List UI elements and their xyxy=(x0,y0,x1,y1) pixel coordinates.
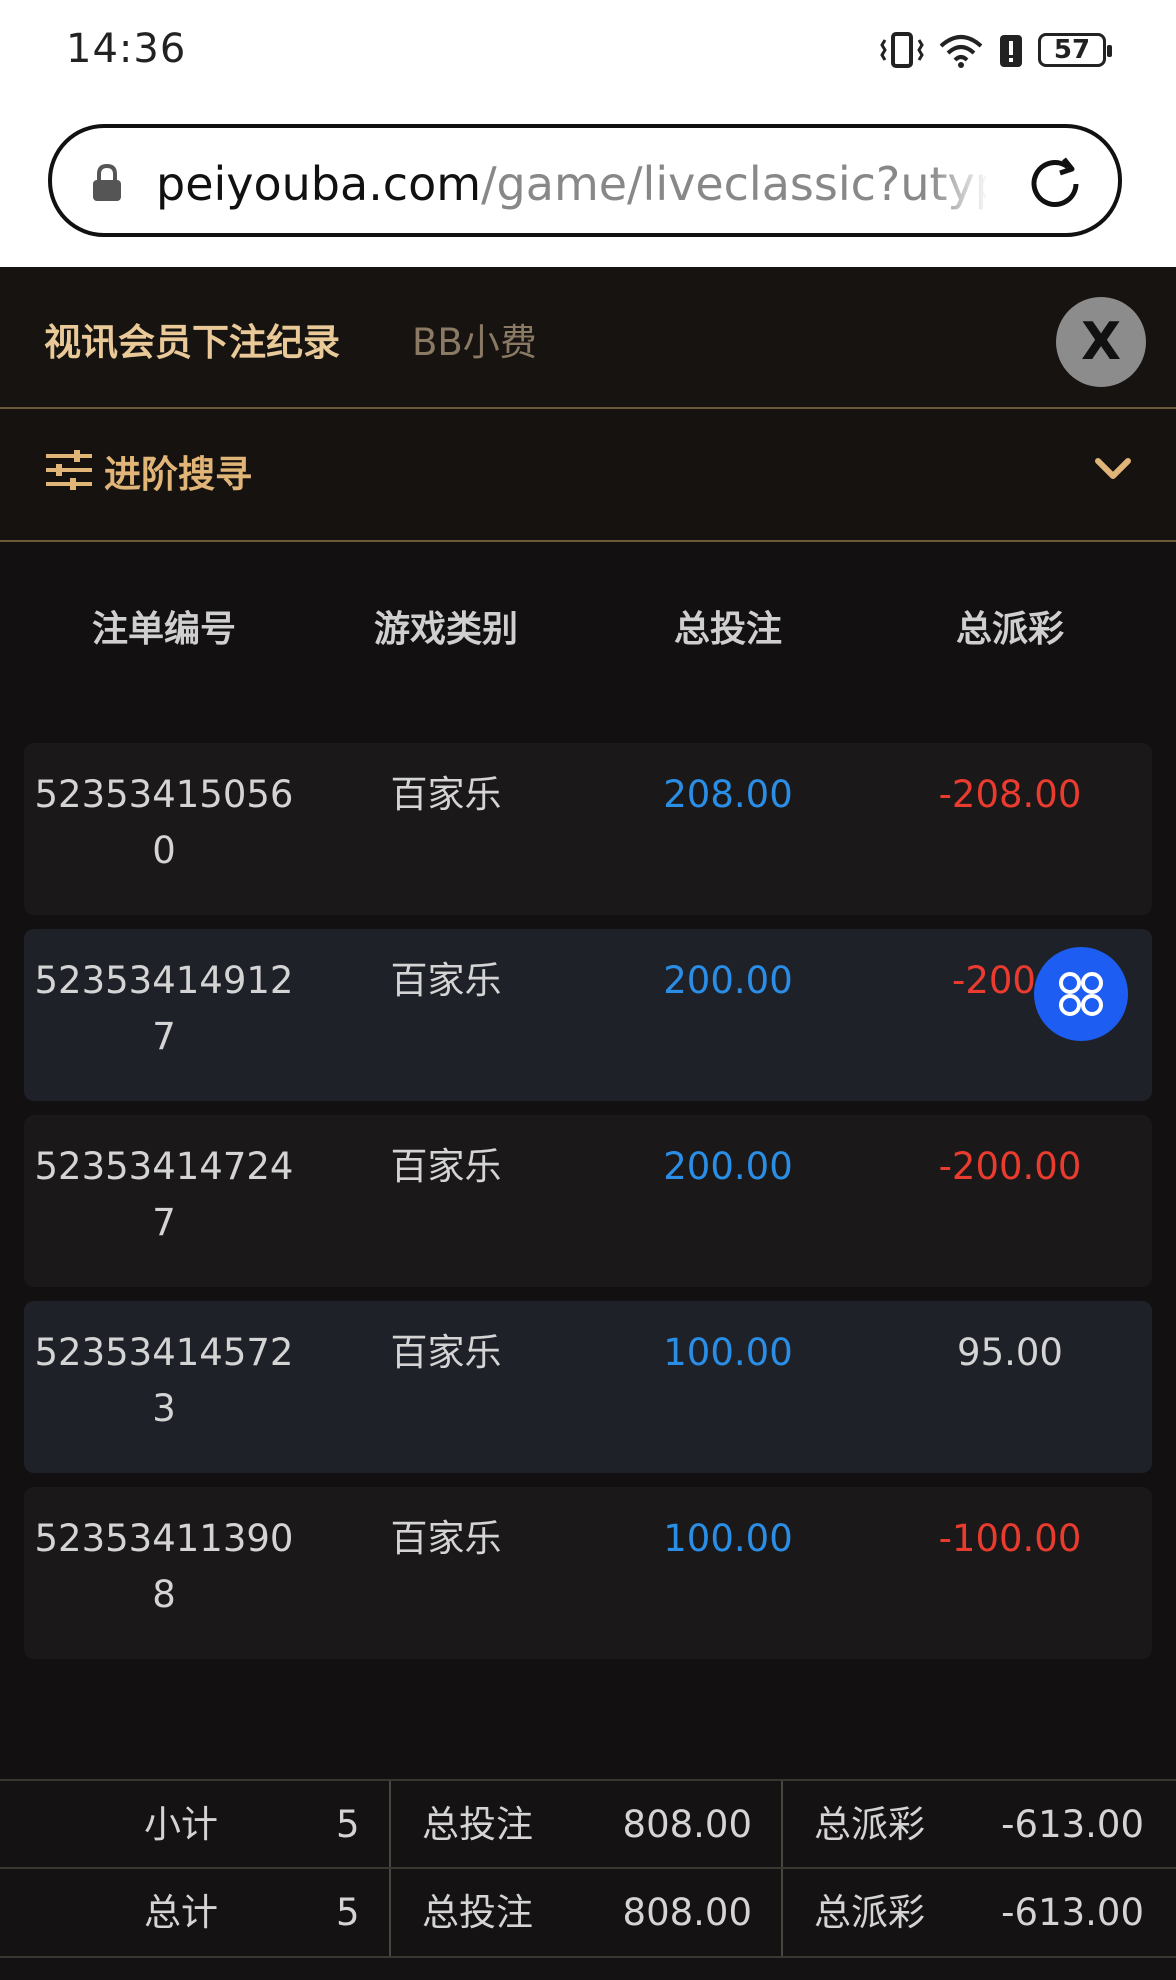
vibrate-icon xyxy=(880,32,924,68)
game-type: 百家乐 xyxy=(390,959,502,1002)
lock-icon xyxy=(93,163,121,201)
floating-menu-button[interactable] xyxy=(1034,947,1128,1041)
total-payout-label: 总派彩 xyxy=(814,1891,925,1934)
wifi-icon xyxy=(939,35,983,68)
battery-alert-icon xyxy=(1000,35,1022,67)
total-count: 5 xyxy=(336,1891,360,1934)
status-time: 14:36 xyxy=(66,26,187,72)
column-header-game-type: 游戏类别 xyxy=(373,609,518,650)
battery-icon: 57 xyxy=(1038,33,1112,67)
game-type: 百家乐 xyxy=(390,773,502,816)
url-fade xyxy=(930,150,990,216)
game-type: 百家乐 xyxy=(390,1331,502,1374)
subtotal-bet-label: 总投注 xyxy=(422,1803,533,1846)
summary-total-row: 总计 5 总投注 808.00 总派彩 -613.00 xyxy=(0,1867,1176,1957)
subtotal-count: 5 xyxy=(336,1803,360,1846)
game-type: 百家乐 xyxy=(390,1517,502,1560)
divider xyxy=(389,1781,391,1869)
bet-id: 52353414912 7 xyxy=(34,959,294,1058)
summary-subtotal-row: 小计 5 总投注 808.00 总派彩 -613.00 xyxy=(0,1779,1176,1869)
status-icons: 57 xyxy=(880,28,1112,72)
bet-id: 52353411390 8 xyxy=(34,1517,294,1616)
total-bet-label: 总投注 xyxy=(422,1891,533,1934)
total-bet: 208.00 xyxy=(663,773,793,816)
table-row[interactable]: 52353415056 0 百家乐 208.00 -208.00 xyxy=(24,743,1152,915)
column-header-total-payout: 总派彩 xyxy=(955,609,1064,650)
app-grid-icon xyxy=(1059,972,1103,1016)
footer-edge xyxy=(0,1956,1176,1980)
subtotal-payout-label: 总派彩 xyxy=(814,1803,925,1846)
table-row[interactable]: 52353414572 3 百家乐 100.00 95.00 xyxy=(24,1301,1152,1473)
column-header-total-bet: 总投注 xyxy=(673,609,782,650)
total-payout-value: -613.00 xyxy=(1001,1891,1144,1934)
total-bet: 100.00 xyxy=(663,1517,793,1560)
total-bet: 100.00 xyxy=(663,1331,793,1374)
reload-icon[interactable] xyxy=(1024,153,1086,215)
total-payout: -200.00 xyxy=(938,1145,1082,1188)
bet-id: 52353414572 3 xyxy=(34,1331,294,1430)
table-row[interactable]: 52353414724 7 百家乐 200.00 -200.00 xyxy=(24,1115,1152,1287)
total-bet: 200.00 xyxy=(663,1145,793,1188)
total-payout: -208.00 xyxy=(938,773,1082,816)
bet-id: 52353414724 7 xyxy=(34,1145,294,1244)
tab-bb-tips[interactable]: BB小费 xyxy=(412,312,537,366)
close-button[interactable]: X xyxy=(1056,297,1146,387)
table-row[interactable]: 52353414912 7 百家乐 200.00 -200. xyxy=(24,929,1152,1101)
subtotal-bet-value: 808.00 xyxy=(622,1803,752,1846)
divider xyxy=(781,1869,783,1957)
divider xyxy=(781,1781,783,1869)
battery-level: 57 xyxy=(1053,35,1091,65)
table-row[interactable]: 52353411390 8 百家乐 100.00 -100.00 xyxy=(24,1487,1152,1659)
url-host: peiyouba.com xyxy=(156,157,482,211)
column-header-bet-id: 注单编号 xyxy=(91,609,236,650)
game-type: 百家乐 xyxy=(390,1145,502,1188)
total-bet: 200.00 xyxy=(663,959,793,1002)
chevron-down-icon[interactable] xyxy=(1094,455,1132,483)
subtotal-payout-value: -613.00 xyxy=(1001,1803,1144,1846)
total-label: 总计 xyxy=(144,1891,218,1934)
total-payout: -100.00 xyxy=(938,1517,1082,1560)
url-path: /game/liveclassic?utype= xyxy=(481,157,986,211)
filter-sliders-icon xyxy=(46,450,92,490)
tab-live-bet-record[interactable]: 视讯会员下注纪录 xyxy=(44,312,340,366)
subtotal-label: 小计 xyxy=(144,1803,218,1846)
total-bet-value: 808.00 xyxy=(622,1891,752,1934)
total-payout: 95.00 xyxy=(957,1331,1063,1374)
url-text[interactable]: peiyouba.com/game/liveclassic?utype= xyxy=(156,152,986,216)
bet-id: 52353415056 0 xyxy=(34,773,294,872)
divider xyxy=(389,1869,391,1957)
advanced-search-label: 进阶搜寻 xyxy=(104,453,252,496)
